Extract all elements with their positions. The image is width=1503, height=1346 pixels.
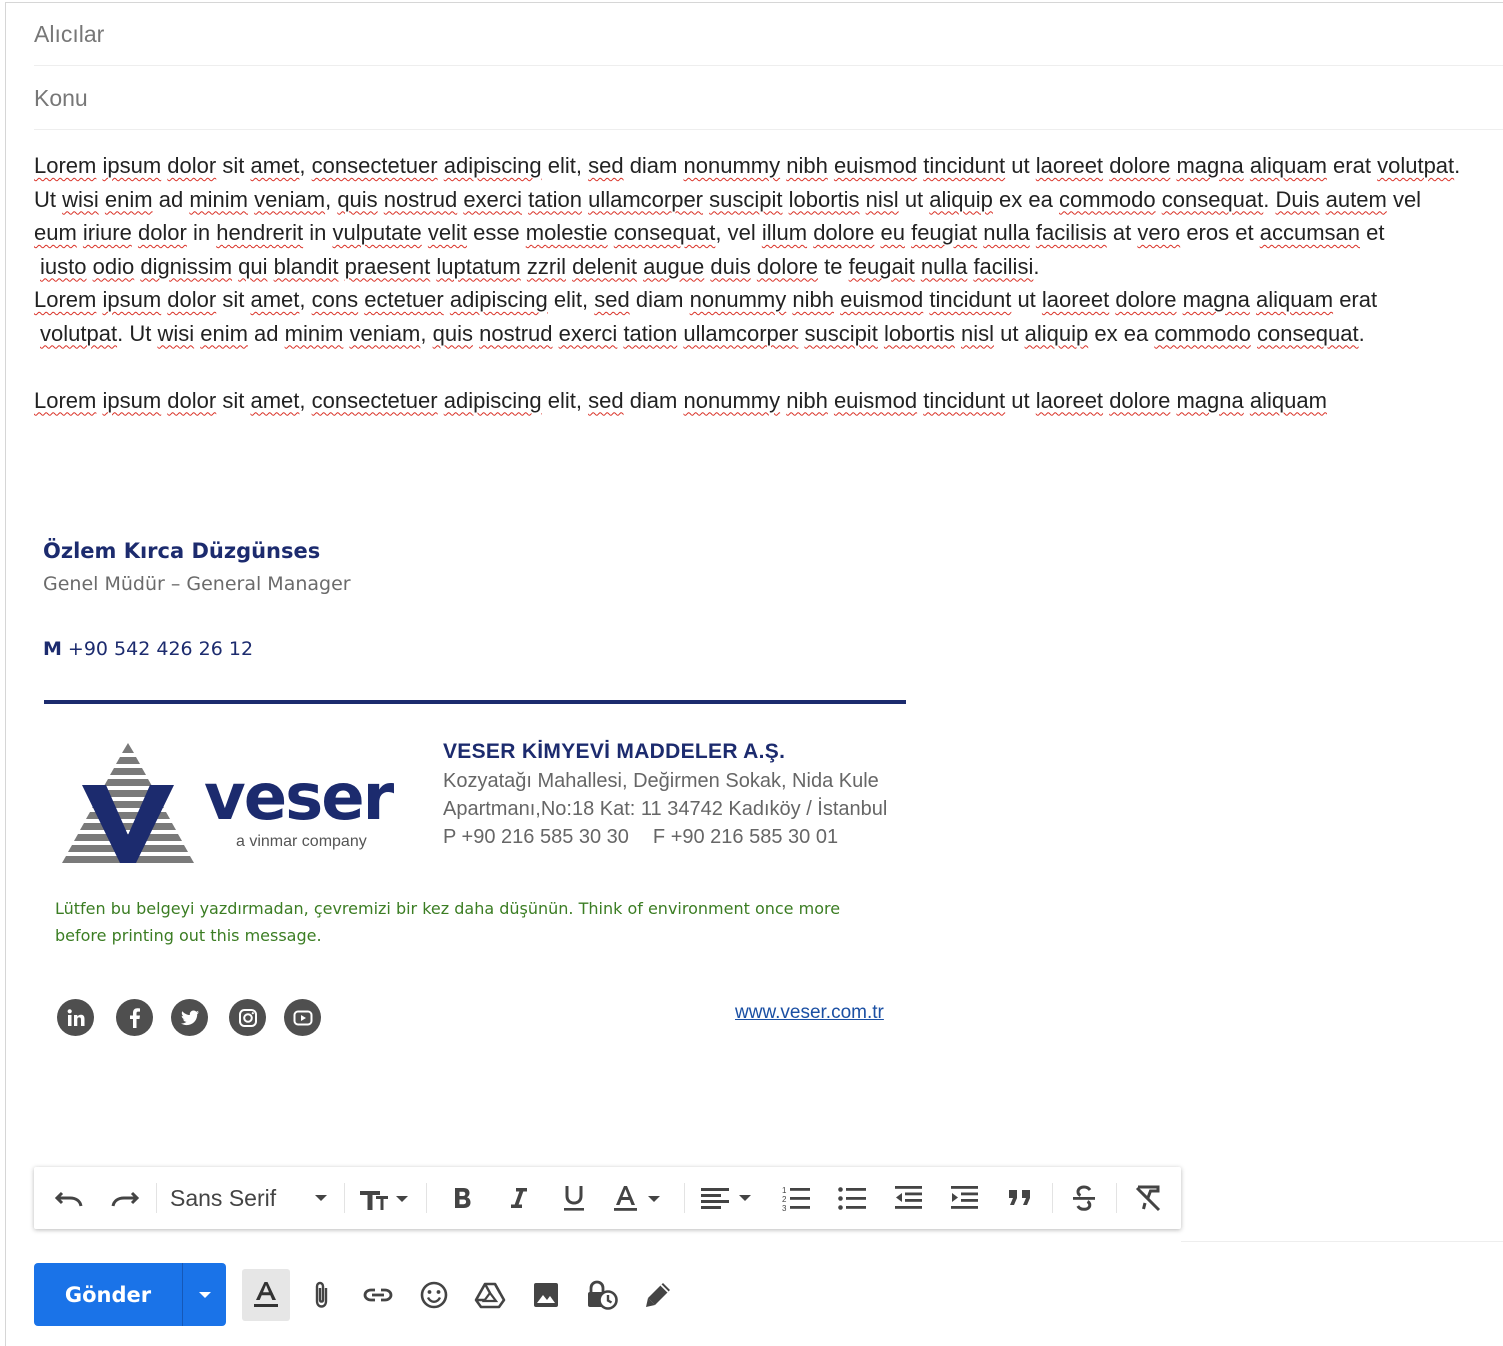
attach-icon[interactable] [298,1269,346,1321]
body-line: volutpat. Ut wisi enim ad minim veniam, … [40,320,1365,346]
company-fax: F +90 216 585 30 01 [652,826,839,848]
company-logo: veser a vinmar company [58,741,418,865]
formatting-options-icon[interactable] [242,1269,290,1321]
underline-icon[interactable] [552,1167,596,1229]
text-color-icon[interactable] [608,1167,672,1229]
strikethrough-icon[interactable] [1062,1167,1106,1229]
recipients-field[interactable]: Alıcılar [34,3,1503,66]
instagram-icon[interactable] [229,999,266,1036]
website-link[interactable]: www.veser.com.tr [735,1002,884,1024]
company-name: VESER KİMYEVİ MADDELER A.Ş. [443,740,786,763]
chevron-down-icon [315,1195,327,1201]
numbered-list-icon[interactable]: 123 [774,1167,818,1229]
twitter-icon[interactable] [171,999,208,1036]
youtube-icon[interactable] [284,999,321,1036]
subject-placeholder: Konu [34,84,88,111]
body-line: Lorem ipsum dolor sit amet, cons ectetue… [34,287,1378,312]
logo-tagline: a vinmar company [236,833,367,850]
message-body[interactable]: Lorem ipsum dolor sit amet, consectetuer… [34,149,1503,417]
bottom-divider [1181,1241,1503,1242]
environment-note: Lütfen bu belgeyi yazdırmadan, çevremizi… [55,899,841,945]
svg-text:1: 1 [782,1186,787,1195]
body-line: iusto odio dignissim qui blandit praesen… [40,253,1040,279]
remove-formatting-icon[interactable] [1126,1167,1170,1229]
logo-wordmark: veser [204,761,394,835]
align-icon[interactable] [694,1167,758,1229]
emoji-icon[interactable] [410,1269,458,1321]
svg-text:2: 2 [782,1195,787,1204]
formatting-toolbar: Sans Serif 123 [34,1167,1181,1229]
svg-text:3: 3 [782,1204,787,1212]
link-icon[interactable] [354,1269,402,1321]
undo-icon[interactable] [48,1167,90,1229]
body-line: Ut wisi enim ad minim veniam, quis nostr… [34,186,1422,212]
logo-mark-icon [62,743,194,863]
indent-less-icon[interactable] [886,1167,930,1229]
body-line: Lorem ipsum dolor sit amet, consectetuer… [34,153,1461,178]
send-label: Gönder [64,1282,152,1307]
company-phone: P +90 216 585 30 30 [443,826,629,848]
signature-divider [44,700,906,704]
font-size-icon[interactable] [354,1167,416,1229]
signature-icon[interactable] [634,1269,682,1321]
confidential-icon[interactable] [578,1269,626,1321]
quote-icon[interactable] [998,1167,1042,1229]
recipients-placeholder: Alıcılar [34,20,105,47]
company-address-line: Kozyatağı Mahallesi, Değirmen Sokak, Nid… [443,770,879,792]
subject-field[interactable]: Konu [34,67,1503,130]
font-family-label: Sans Serif [170,1184,277,1211]
bulleted-list-icon[interactable] [830,1167,874,1229]
mobile-number: +90 542 426 26 12 [67,638,254,660]
drive-icon[interactable] [466,1269,514,1321]
send-options-button[interactable] [183,1263,226,1326]
mobile-label: M [43,638,62,660]
body-line: Lorem ipsum dolor sit amet, consectetuer… [34,387,1327,413]
company-contact-line: P +90 216 585 30 30 F +90 216 585 30 01 [443,826,838,849]
body-line: eum iriure dolor in hendrerit in vulputa… [34,220,1385,245]
send-button[interactable]: Gönder [34,1263,226,1326]
bold-icon[interactable] [440,1167,484,1229]
italic-icon[interactable] [496,1167,540,1229]
signature-title: Genel Müdür – General Manager [43,573,351,595]
company-address-line: Apartmanı,No:18 Kat: 11 34742 Kadıköy / … [443,798,888,820]
indent-more-icon[interactable] [942,1167,986,1229]
signature-mobile: M +90 542 426 26 12 [43,638,253,660]
redo-icon[interactable] [104,1167,146,1229]
chevron-down-icon [198,1291,211,1298]
linkedin-icon[interactable] [57,999,94,1036]
compose-window: Alıcılar Konu Lorem ipsum dolor sit amet… [5,2,1503,1346]
photo-icon[interactable] [522,1269,570,1321]
font-family-select[interactable]: Sans Serif [164,1167,336,1229]
signature-name: Özlem Kırca Düzgünses [43,539,321,563]
facebook-icon[interactable] [116,999,153,1036]
